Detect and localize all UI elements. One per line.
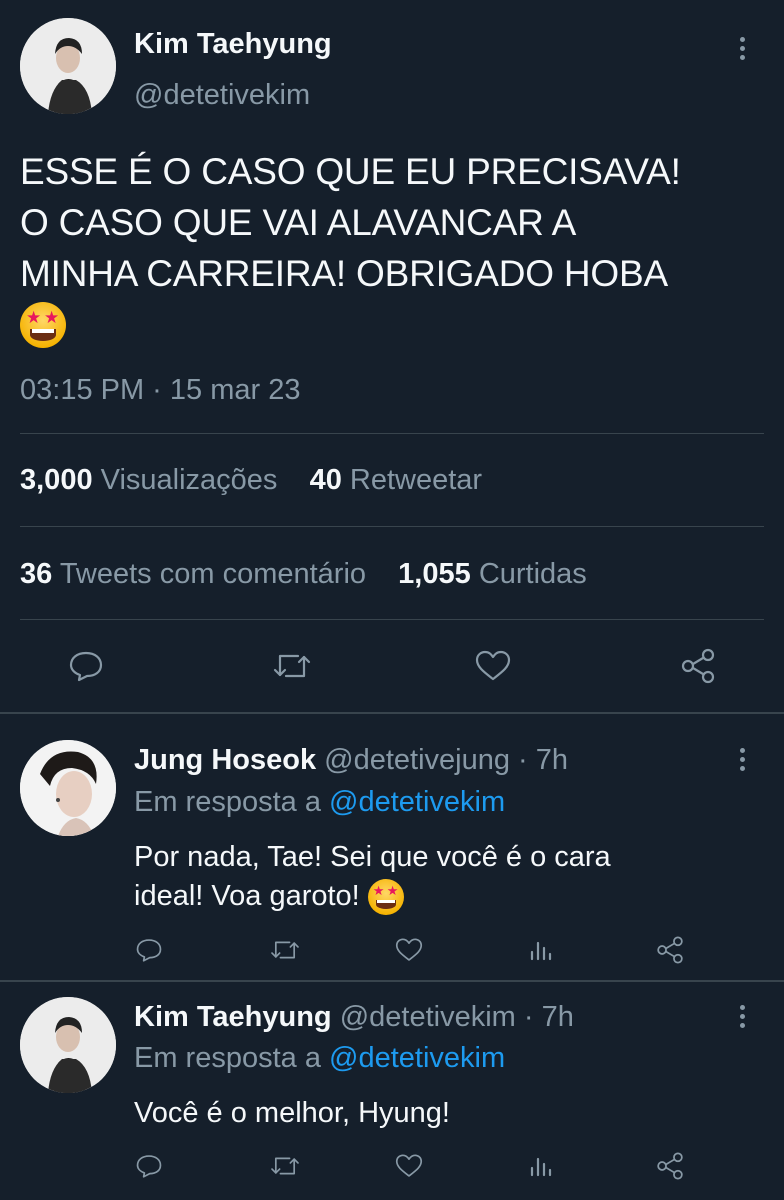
like-icon[interactable] (393, 1150, 425, 1182)
reply-context-label: Em resposta a (134, 1042, 321, 1074)
author-handle[interactable]: @detetivekim (134, 79, 310, 112)
reply-text-line: Por nada, Tae! Sei que você é o cara (134, 841, 611, 873)
reply-icon[interactable] (133, 934, 165, 966)
retweet-icon[interactable] (267, 934, 303, 966)
author-avatar[interactable] (20, 18, 116, 114)
section-divider (0, 980, 784, 982)
reply-text: Você é o melhor, Hyung! (134, 1094, 450, 1133)
tweet-text-line: O CASO QUE VAI ALAVANCAR A (20, 202, 577, 243)
section-divider (0, 712, 784, 714)
like-icon[interactable] (393, 934, 425, 966)
reply-icon[interactable] (133, 1150, 165, 1182)
star-struck-emoji: ★ ★ (367, 878, 404, 915)
stats-row-views-retweets: 3,000 Visualizações 40 Retweetar (20, 464, 482, 497)
share-icon[interactable] (678, 646, 718, 686)
reply-author-name[interactable]: Jung Hoseok (134, 744, 316, 776)
retweets-count[interactable]: 40 (310, 464, 342, 496)
tweet-text-line: ESSE É O CASO QUE EU PRECISAVA! (20, 151, 681, 192)
share-icon[interactable] (654, 934, 686, 966)
views-label[interactable]: Visualizações (101, 464, 278, 496)
reply-icon[interactable] (66, 646, 106, 686)
more-options-icon[interactable] (740, 37, 748, 64)
more-options-icon[interactable] (740, 1005, 748, 1032)
tweet-text-line: MINHA CARREIRA! OBRIGADO HOBA (20, 253, 668, 294)
reply-text: Por nada, Tae! Sei que você é o cara ide… (134, 838, 611, 916)
reply-context-label: Em resposta a (134, 786, 321, 818)
quotes-count[interactable]: 36 (20, 558, 52, 590)
retweets-label[interactable]: Retweetar (350, 464, 482, 496)
tweet-text: ESSE É O CASO QUE EU PRECISAVA! O CASO Q… (20, 146, 681, 350)
like-icon[interactable] (473, 646, 513, 686)
divider (20, 526, 764, 527)
reply-author-avatar[interactable] (20, 740, 116, 836)
divider (20, 433, 764, 434)
reply-to-link[interactable]: @detetivekim (329, 786, 505, 818)
quotes-label[interactable]: Tweets com comentário (60, 558, 366, 590)
analytics-icon[interactable] (524, 1150, 556, 1182)
retweet-icon[interactable] (270, 646, 314, 686)
share-icon[interactable] (654, 1150, 686, 1182)
reply-text-line: ideal! Voa garoto! (134, 880, 360, 912)
analytics-icon[interactable] (524, 934, 556, 966)
reply-handle-time[interactable]: @detetivejung · 7h (324, 744, 568, 776)
star-struck-emoji: ★ ★ (20, 301, 66, 348)
likes-label[interactable]: Curtidas (479, 558, 587, 590)
more-options-icon[interactable] (740, 748, 748, 775)
likes-count[interactable]: 1,055 (398, 558, 471, 590)
tweet-timestamp[interactable]: 03:15 PM · 15 mar 23 (20, 374, 300, 407)
reply-author-name[interactable]: Kim Taehyung (134, 1001, 332, 1033)
reply-handle-time[interactable]: @detetivekim · 7h (340, 1001, 574, 1033)
author-name[interactable]: Kim Taehyung (134, 28, 332, 61)
stats-row-quotes-likes: 36 Tweets com comentário 1,055 Curtidas (20, 558, 587, 591)
reply-text-line: Você é o melhor, Hyung! (134, 1097, 450, 1129)
views-count[interactable]: 3,000 (20, 464, 93, 496)
reply-to-link[interactable]: @detetivekim (329, 1042, 505, 1074)
retweet-icon[interactable] (267, 1150, 303, 1182)
divider (20, 619, 764, 620)
reply-author-avatar[interactable] (20, 997, 116, 1093)
